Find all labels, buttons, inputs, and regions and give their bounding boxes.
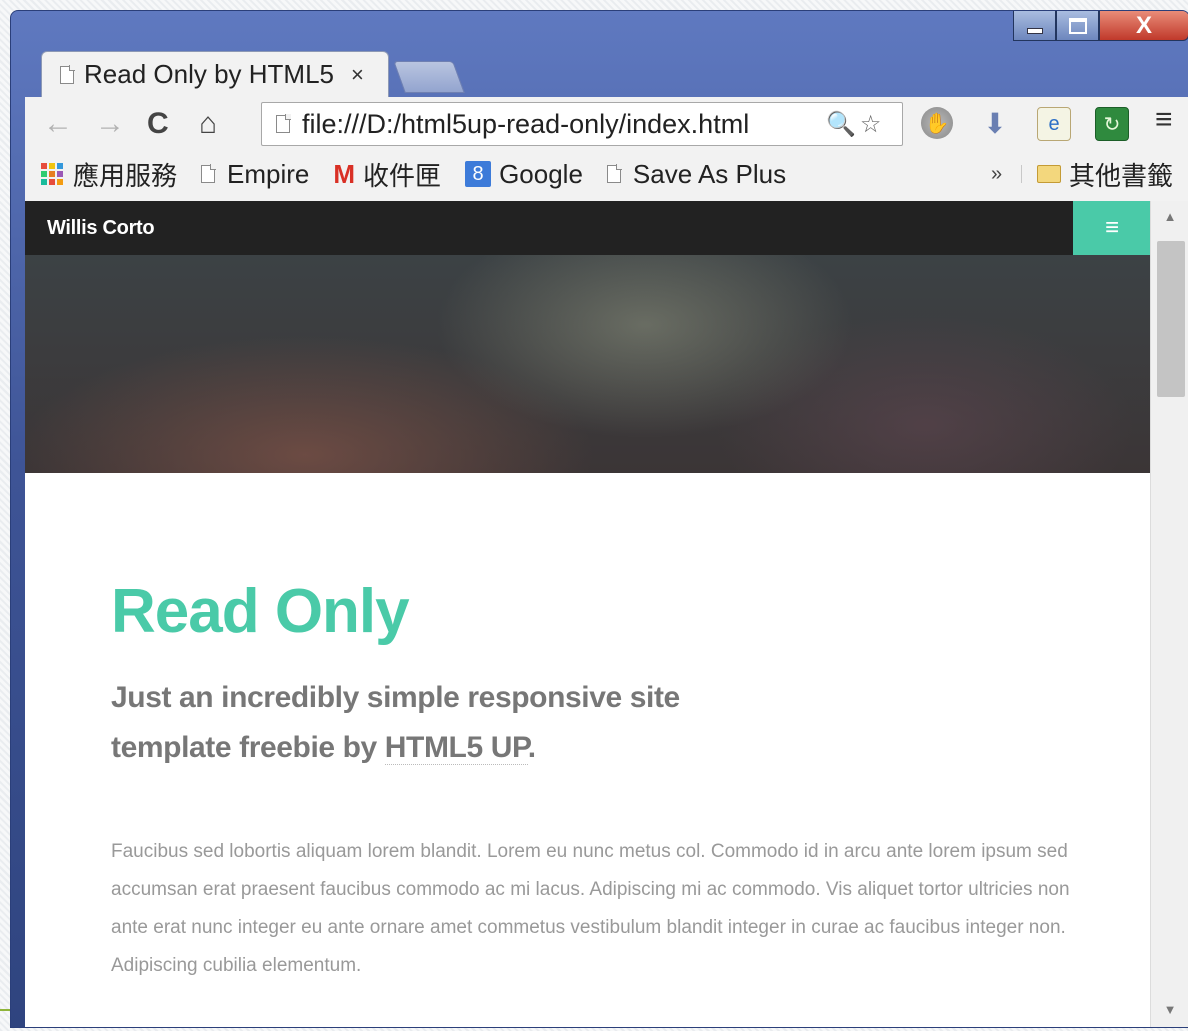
main-content: Read Only Just an incredibly simple resp… bbox=[111, 581, 1091, 985]
bookmark-other-folder[interactable]: 其他書籤 bbox=[1037, 156, 1173, 193]
bookmark-star-icon[interactable]: ☆ bbox=[860, 110, 882, 139]
vertical-scrollbar[interactable]: ▲ ▼ bbox=[1150, 201, 1188, 1027]
bookmark-label: Empire bbox=[227, 158, 310, 189]
scrollbar-thumb[interactable] bbox=[1157, 241, 1185, 397]
bookmarks-more-icon[interactable]: » bbox=[991, 163, 1002, 186]
browser-toolbar: ← → C ⌂ file:///D:/html5up-read-only/ind… bbox=[25, 97, 1188, 202]
close-window-button[interactable]: X bbox=[1099, 11, 1188, 41]
site-header: Willis Corto ≡ bbox=[25, 201, 1151, 255]
subheading-end: . bbox=[527, 731, 536, 764]
page-subheading: Just an incredibly simple responsive sit… bbox=[111, 673, 751, 773]
hamburger-menu-button[interactable]: ≡ bbox=[1073, 201, 1151, 255]
bookmark-apps[interactable]: 應用服務 bbox=[41, 156, 177, 193]
bookmark-label: Google bbox=[499, 158, 583, 189]
minimize-icon bbox=[1026, 27, 1043, 34]
maximize-button[interactable] bbox=[1056, 11, 1099, 41]
tab-title: Read Only by HTML5 UP bbox=[84, 59, 339, 89]
hand-stop-icon[interactable]: ✋ bbox=[921, 107, 953, 139]
scroll-down-icon[interactable]: ▼ bbox=[1151, 1002, 1188, 1017]
home-icon[interactable]: ⌂ bbox=[199, 107, 217, 141]
gmail-icon: M bbox=[333, 158, 356, 189]
site-name[interactable]: Willis Corto bbox=[47, 217, 155, 240]
bookmarks-divider bbox=[1021, 165, 1022, 183]
chrome-menu-icon[interactable]: ≡ bbox=[1155, 103, 1173, 137]
browser-window: X Read Only by HTML5 UP × ← → C ⌂ file:/… bbox=[10, 10, 1188, 1028]
bookmarks-bar: 應用服務 Empire M 收件匣 8 Google Save As Plus … bbox=[25, 151, 1188, 197]
maximize-icon bbox=[1068, 17, 1087, 34]
google-icon: 8 bbox=[465, 161, 492, 187]
bookmark-empire[interactable]: Empire bbox=[201, 159, 309, 190]
reload-icon[interactable]: C bbox=[147, 107, 169, 141]
download-icon[interactable]: ⬇ bbox=[979, 107, 1011, 139]
bookmark-google[interactable]: 8 Google bbox=[465, 159, 583, 190]
scroll-up-icon[interactable]: ▲ bbox=[1151, 209, 1188, 224]
tab-close-icon[interactable]: × bbox=[351, 62, 364, 88]
browser-tab[interactable]: Read Only by HTML5 UP × bbox=[41, 51, 389, 97]
page-icon bbox=[60, 64, 75, 84]
ie-tab-icon[interactable]: e bbox=[1037, 107, 1071, 141]
hamburger-icon: ≡ bbox=[1104, 214, 1119, 241]
forward-arrow-icon[interactable]: → bbox=[95, 107, 125, 141]
refresh-green-icon[interactable]: ↻ bbox=[1095, 107, 1129, 141]
page-viewport: Willis Corto ≡ Read Only Just an incredi… bbox=[25, 201, 1188, 1027]
window-controls: X bbox=[1013, 11, 1188, 41]
page-icon bbox=[201, 164, 217, 183]
back-arrow-icon[interactable]: ← bbox=[43, 107, 73, 141]
page-heading: Read Only bbox=[111, 577, 410, 646]
zoom-icon[interactable]: 🔍 bbox=[826, 110, 856, 139]
hero-banner bbox=[25, 255, 1151, 473]
bookmark-label: 應用服務 bbox=[73, 160, 178, 191]
url-text[interactable]: file:///D:/html5up-read-only/index.html bbox=[302, 109, 822, 140]
address-bar[interactable]: file:///D:/html5up-read-only/index.html … bbox=[261, 102, 903, 146]
bookmark-label: Save As Plus bbox=[632, 158, 787, 189]
bookmark-label: 收件匣 bbox=[363, 160, 442, 191]
bookmark-inbox[interactable]: M 收件匣 bbox=[333, 156, 441, 193]
bookmark-save-as-plus[interactable]: Save As Plus bbox=[606, 158, 787, 190]
page-icon bbox=[276, 114, 291, 133]
bookmark-label: 其他書籤 bbox=[1069, 160, 1174, 191]
minimize-button[interactable] bbox=[1013, 11, 1056, 41]
folder-icon bbox=[1037, 165, 1061, 183]
body-paragraph: Faucibus sed lobortis aliquam lorem blan… bbox=[111, 841, 1070, 976]
apps-grid-icon bbox=[41, 163, 63, 185]
new-tab-button[interactable] bbox=[393, 61, 465, 93]
html5up-link[interactable]: HTML5 UP bbox=[384, 731, 528, 765]
page-icon bbox=[606, 164, 622, 183]
